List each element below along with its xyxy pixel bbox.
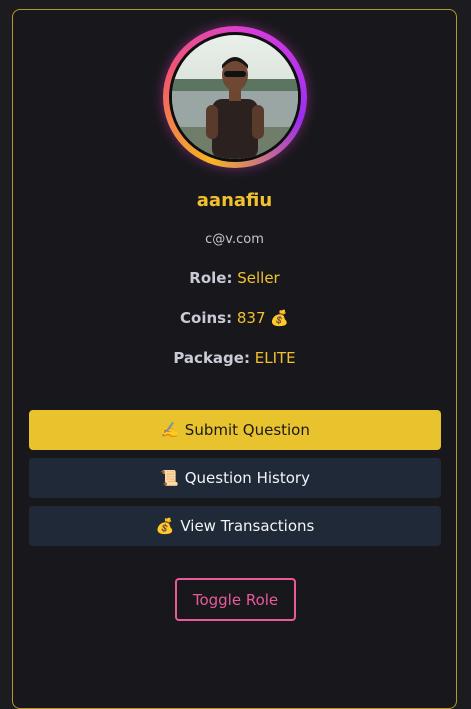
writing-hand-icon: ✍️ xyxy=(160,421,179,439)
question-history-label: Question History xyxy=(184,469,310,487)
scroll-icon: 📜 xyxy=(160,469,179,487)
avatar-photo xyxy=(172,35,298,159)
username: aanafiu xyxy=(196,190,273,211)
money-bag-icon: 💰 xyxy=(270,309,289,327)
package-value: ELITE xyxy=(254,349,296,367)
role-row: Role: Seller xyxy=(13,269,456,287)
role-value: Seller xyxy=(237,269,280,287)
view-transactions-label: View Transactions xyxy=(180,517,315,535)
package-row: Package: ELITE xyxy=(13,349,456,367)
view-transactions-button[interactable]: 💰 View Transactions xyxy=(29,506,441,546)
role-label: Role: xyxy=(189,269,233,287)
avatar-ring xyxy=(163,26,307,168)
submit-question-button[interactable]: ✍️ Submit Question xyxy=(29,410,441,450)
coins-row: Coins: 837 💰 xyxy=(13,309,456,327)
money-bag-icon: 💰 xyxy=(155,517,175,535)
question-history-button[interactable]: 📜 Question History xyxy=(29,458,441,498)
coins-value: 837 xyxy=(236,309,266,327)
coins-label: Coins: xyxy=(180,309,233,327)
user-email: c@v.com xyxy=(205,232,264,247)
toggle-role-button[interactable]: Toggle Role xyxy=(175,578,296,621)
toggle-role-label: Toggle Role xyxy=(192,590,279,609)
package-label: Package: xyxy=(173,349,250,367)
profile-card: aanafiu c@v.com Role: Seller Coins: 837 … xyxy=(12,9,457,709)
submit-question-label: Submit Question xyxy=(184,421,310,439)
avatar xyxy=(172,35,298,159)
